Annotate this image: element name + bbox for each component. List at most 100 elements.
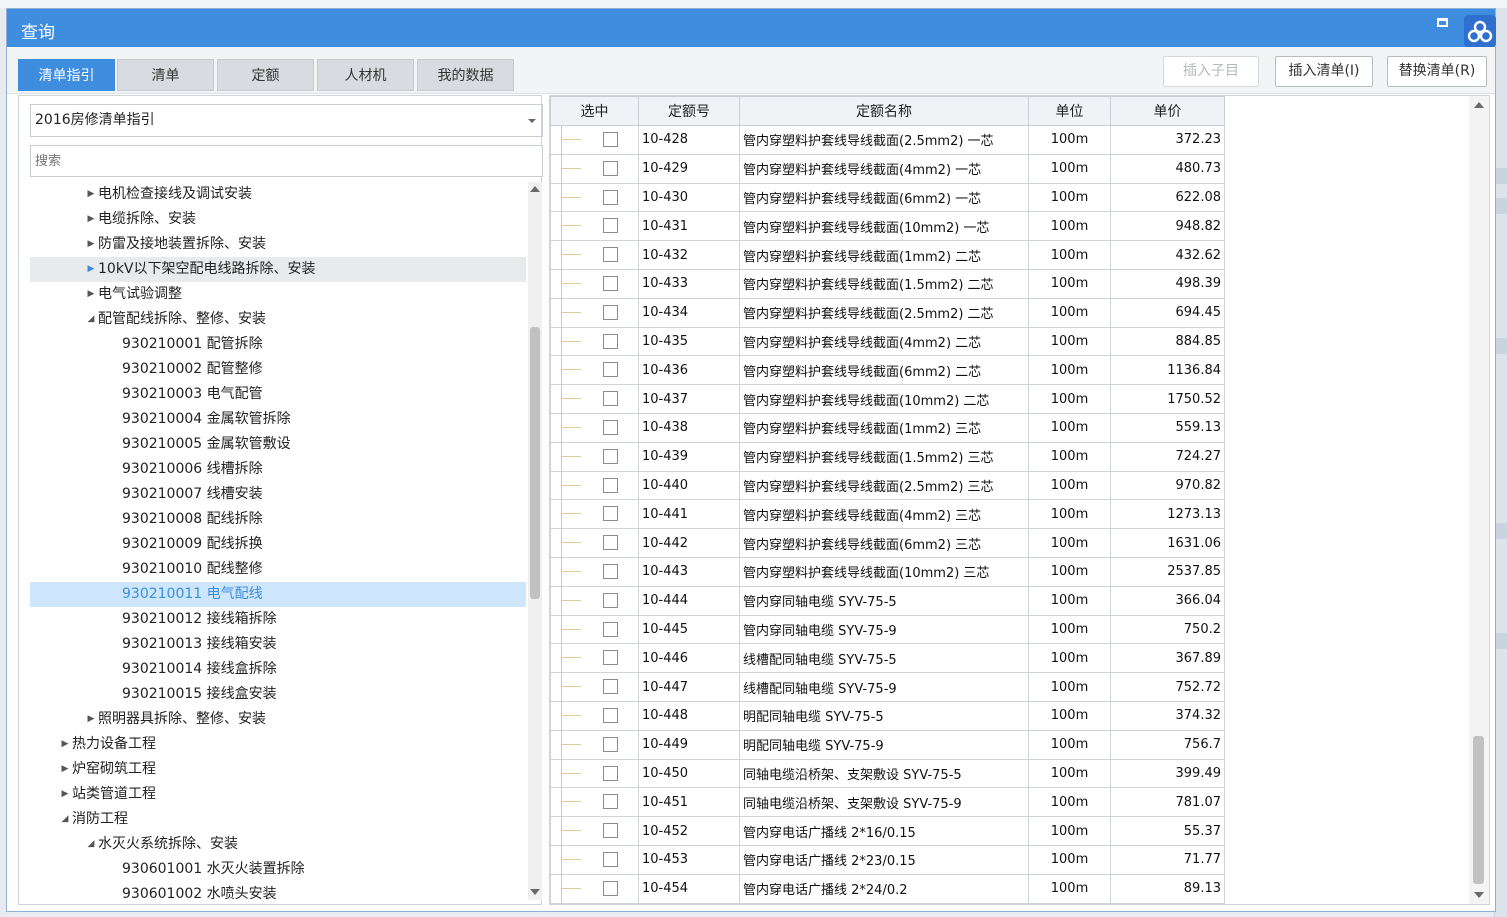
scroll-down-icon[interactable] [530, 889, 540, 895]
row-checkbox[interactable] [603, 535, 618, 551]
row-checkbox[interactable] [603, 189, 618, 205]
row-checkbox[interactable] [603, 794, 618, 810]
row-checkbox[interactable] [603, 304, 618, 320]
tree-scrollbar-thumb[interactable] [530, 327, 540, 599]
tree-node[interactable]: ▶ 电机检查接线及调试安装 [30, 182, 526, 207]
table-row[interactable]: 10-437 管内穿塑料护套线导线截面(10mm2) 二芯 100m 1750.52 [550, 384, 1225, 414]
table-row[interactable]: 10-438 管内穿塑料护套线导线截面(1mm2) 三芯 100m 559.13 [550, 412, 1225, 443]
table-row[interactable]: 10-447 线槽配同轴电缆 SYV-75-9 100m 752.72 [550, 672, 1225, 702]
table-row[interactable]: 10-429 管内穿塑料护套线导线截面(4mm2) 一芯 100m 480.73 [550, 153, 1225, 184]
tree-node[interactable]: 930210015 接线盒安装 [30, 682, 526, 707]
tree-node[interactable]: ▶ 电气试验调整 [30, 282, 526, 307]
row-checkbox[interactable] [603, 592, 618, 608]
tree-node[interactable]: ▶ 照明器具拆除、整修、安装 [30, 707, 526, 732]
insert-list-button[interactable]: 插入清单(I) [1275, 56, 1373, 87]
col-header-code[interactable]: 定额号 [638, 96, 740, 126]
tree-node[interactable]: ▶ 热力设备工程 [30, 732, 526, 757]
row-checkbox[interactable] [603, 477, 618, 493]
tree-node[interactable]: 930210014 接线盒拆除 [30, 657, 526, 682]
row-checkbox[interactable] [603, 247, 618, 263]
tree-node[interactable]: 930210001 配管拆除 [30, 332, 526, 357]
cloud-service-icon[interactable] [1464, 15, 1496, 47]
tree-node[interactable]: 930210008 配线拆除 [30, 507, 526, 532]
tree-node[interactable]: 930210010 配线整修 [30, 557, 526, 582]
tree-search-input[interactable] [30, 145, 543, 177]
row-checkbox[interactable] [603, 563, 618, 579]
replace-list-button[interactable]: 替换清单(R) [1387, 56, 1487, 87]
row-checkbox[interactable] [603, 736, 618, 752]
tab-list-guide[interactable]: 清单指引 [18, 59, 115, 91]
row-checkbox[interactable] [603, 621, 618, 637]
tree-node[interactable]: ◢ 配管配线拆除、整修、安装 [30, 307, 526, 332]
expand-arrow-icon[interactable]: ▶ [59, 732, 71, 757]
table-row[interactable]: 10-441 管内穿塑料护套线导线截面(4mm2) 三芯 100m 1273.13 [550, 499, 1225, 530]
table-row[interactable]: 10-454 管内穿电话广播线 2*24/0.2 100m 89.13 [550, 873, 1225, 904]
table-row[interactable]: 10-453 管内穿电话广播线 2*23/0.15 100m 71.77 [550, 844, 1225, 875]
tree-node[interactable]: 930210003 电气配管 [30, 382, 526, 407]
col-header-name[interactable]: 定额名称 [739, 96, 1029, 126]
collapse-arrow-icon[interactable]: ◢ [59, 807, 71, 832]
tab-my-data[interactable]: 我的数据 [417, 59, 514, 91]
row-checkbox[interactable] [603, 679, 618, 695]
row-checkbox[interactable] [603, 160, 618, 176]
tree-node[interactable]: 930210013 接线箱安装 [30, 632, 526, 657]
row-checkbox[interactable] [603, 765, 618, 781]
collapse-arrow-icon[interactable]: ◢ [85, 307, 97, 332]
table-row[interactable]: 10-448 明配同轴电缆 SYV-75-5 100m 374.32 [550, 700, 1225, 731]
table-row[interactable]: 10-436 管内穿塑料护套线导线截面(6mm2) 二芯 100m 1136.84 [550, 355, 1225, 386]
table-row[interactable]: 10-440 管内穿塑料护套线导线截面(2.5mm2) 三芯 100m 970.82 [550, 470, 1225, 501]
table-row[interactable]: 10-434 管内穿塑料护套线导线截面(2.5mm2) 二芯 100m 694.45 [550, 297, 1225, 328]
tree-node[interactable]: 930210005 金属软管敷设 [30, 432, 526, 457]
row-checkbox[interactable] [603, 506, 618, 522]
expand-arrow-icon[interactable]: ▶ [59, 757, 71, 782]
col-header-select[interactable]: 选中 [550, 96, 639, 126]
tree-node[interactable]: 930210012 接线箱拆除 [30, 607, 526, 632]
table-row[interactable]: 10-449 明配同轴电缆 SYV-75-9 100m 756.7 [550, 729, 1225, 760]
table-row[interactable]: 10-444 管内穿同轴电缆 SYV-75-5 100m 366.04 [550, 585, 1225, 616]
table-row[interactable]: 10-445 管内穿同轴电缆 SYV-75-9 100m 750.2 [550, 614, 1225, 645]
collapse-arrow-icon[interactable]: ◢ [85, 832, 97, 857]
expand-arrow-icon[interactable]: ▶ [85, 207, 97, 232]
table-row[interactable]: 10-430 管内穿塑料护套线导线截面(6mm2) 一芯 100m 622.08 [550, 182, 1225, 213]
row-checkbox[interactable] [603, 650, 618, 666]
tree-node[interactable]: 930210002 配管整修 [30, 357, 526, 382]
tree-node[interactable]: ▶ 电缆拆除、安装 [30, 207, 526, 232]
tree-node[interactable]: 930210004 金属软管拆除 [30, 407, 526, 432]
table-row[interactable]: 10-432 管内穿塑料护套线导线截面(1mm2) 二芯 100m 432.62 [550, 240, 1225, 270]
scroll-up-icon[interactable] [1474, 102, 1484, 108]
row-checkbox[interactable] [603, 851, 618, 867]
expand-arrow-icon[interactable]: ▶ [85, 257, 97, 282]
guide-library-select[interactable]: 2016房修清单指引 [30, 104, 543, 137]
table-row[interactable]: 10-451 同轴电缆沿桥架、支架敷设 SYV-75-9 100m 781.07 [550, 787, 1225, 818]
tree-node[interactable]: ◢ 消防工程 [30, 807, 526, 832]
row-checkbox[interactable] [603, 362, 618, 378]
expand-arrow-icon[interactable]: ▶ [85, 232, 97, 257]
table-row[interactable]: 10-428 管内穿塑料护套线导线截面(2.5mm2) 一芯 100m 372.23 [550, 125, 1225, 155]
row-checkbox[interactable] [603, 275, 618, 291]
tab-quota[interactable]: 定额 [217, 59, 314, 91]
col-header-unit[interactable]: 单位 [1028, 96, 1111, 126]
row-checkbox[interactable] [603, 880, 618, 896]
tree-node[interactable]: ◢ 水灭火系统拆除、安装 [30, 832, 526, 857]
row-checkbox[interactable] [603, 707, 618, 723]
table-row[interactable]: 10-452 管内穿电话广播线 2*16/0.15 100m 55.37 [550, 816, 1225, 846]
tab-list[interactable]: 清单 [117, 59, 214, 91]
tree-node[interactable]: 930210009 配线拆换 [30, 532, 526, 557]
grid-scrollbar-thumb[interactable] [1473, 736, 1484, 884]
table-row[interactable]: 10-442 管内穿塑料护套线导线截面(6mm2) 三芯 100m 1631.06 [550, 528, 1225, 558]
row-checkbox[interactable] [603, 823, 618, 839]
tree-node[interactable]: ▶ 防雷及接地装置拆除、安装 [30, 232, 526, 257]
table-row[interactable]: 10-431 管内穿塑料护套线导线截面(10mm2) 一芯 100m 948.82 [550, 211, 1225, 242]
tree-node[interactable]: ▶ 站类管道工程 [30, 782, 526, 807]
row-checkbox[interactable] [603, 419, 618, 435]
tree-node[interactable]: 930601002 水喷头安装 [30, 882, 526, 900]
expand-arrow-icon[interactable]: ▶ [85, 707, 97, 732]
row-checkbox[interactable] [603, 448, 618, 464]
expand-arrow-icon[interactable]: ▶ [59, 782, 71, 807]
tree-node[interactable]: 930601001 水灭火装置拆除 [30, 857, 526, 882]
col-header-price[interactable]: 单价 [1110, 96, 1225, 126]
expand-arrow-icon[interactable]: ▶ [85, 182, 97, 207]
tab-labor-material-machine[interactable]: 人材机 [317, 59, 414, 91]
scroll-up-icon[interactable] [530, 186, 540, 192]
insert-child-button[interactable]: 插入子目 [1163, 56, 1259, 87]
